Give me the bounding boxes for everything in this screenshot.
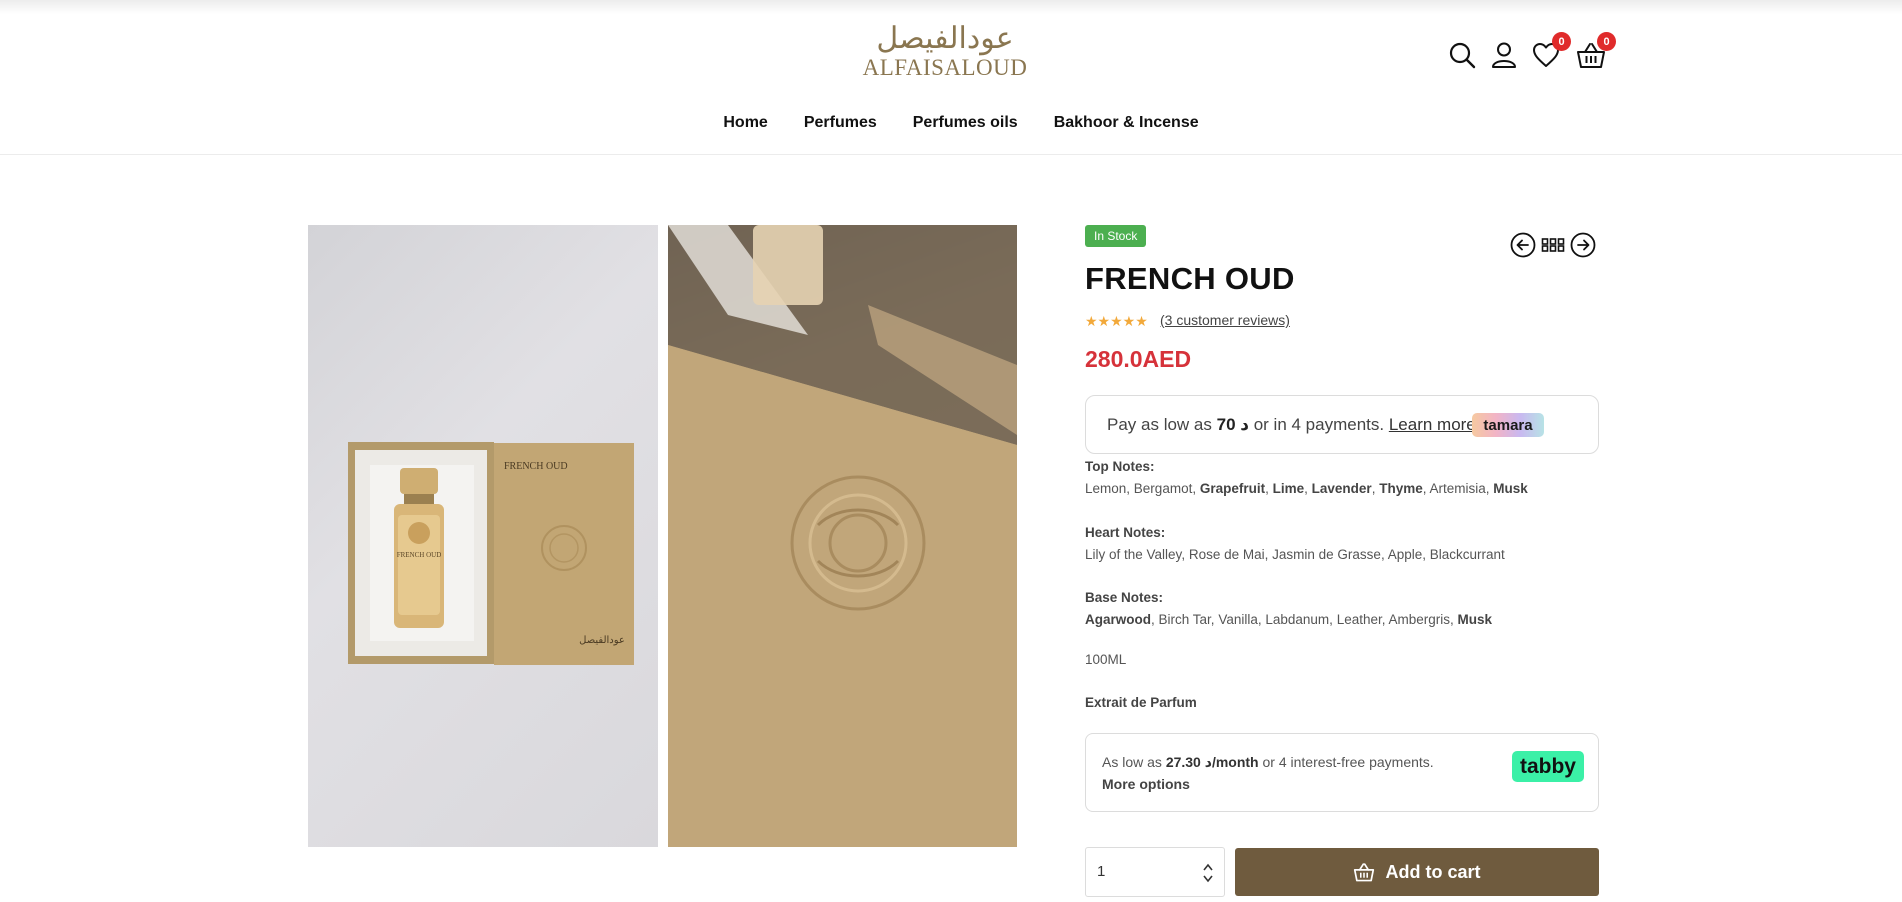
product-price: 280.0AED [1085,346,1192,372]
quantity-stepper[interactable]: 1 [1085,847,1225,897]
tamara-message: Pay as low as د 70 or in 4 payments. Lea… [1107,415,1476,435]
search-icon [1449,42,1476,69]
boxed-bottle-illustration: FRENCH OUD FRENCH OUD عودالفيصل [348,442,634,665]
heart-notes-list: Lily of the Valley, Rose de Mai, Jasmin … [1085,547,1505,562]
site-header: عودالفيصل ALFAISALOUD 0 0 Home Perfumes … [0,0,1902,155]
logo-arabic-text: عودالفيصل [876,21,1014,56]
tamara-amount: د 70 [1216,415,1249,434]
note-item: Ambergris [1388,612,1451,627]
product-image-boxed-bottle[interactable]: FRENCH OUD FRENCH OUD عودالفيصل [308,225,658,847]
note-item: Lavender [1311,481,1372,496]
add-to-cart-button[interactable]: Add to cart [1235,848,1599,896]
top-notes-heading: Top Notes: [1085,459,1155,474]
tabby-logo: tabby [1512,751,1584,782]
customer-reviews-link[interactable]: (3 customer reviews) [1160,312,1290,328]
base-notes: Base Notes: Agarwood, Birch Tar, Vanilla… [1085,587,1600,631]
quantity-input[interactable]: 1 [1097,863,1105,880]
site-logo[interactable]: عودالفيصل ALFAISALOUD [860,22,1030,82]
tamara-suffix: or in 4 payments. [1248,415,1389,434]
product-navigation [1510,232,1600,260]
note-item: Apple [1387,547,1423,562]
embossed-box-illustration [668,225,1017,847]
note-item: Artemisia [1429,481,1486,496]
tamara-prefix: Pay as low as [1107,415,1217,434]
cart-button[interactable]: 0 [1574,32,1616,72]
main-nav: Home Perfumes Perfumes oils Bakhoor & In… [0,114,1902,132]
wishlist-button[interactable]: 0 [1529,32,1571,72]
tabby-widget: As low as د 27.30/month or 4 interest-fr… [1085,733,1599,812]
note-item: Rose de Mai [1188,547,1265,562]
product-image-box-emboss[interactable] [668,225,1017,847]
rating-stars-icon: ★★★★★ [1085,313,1148,329]
note-item: Lime [1272,481,1305,496]
wishlist-count-badge: 0 [1552,32,1571,51]
note-item: Lemon [1085,481,1127,496]
nav-item-bakhoor-incense[interactable]: Bakhoor & Incense [1054,114,1199,132]
note-item: Bergamot [1133,481,1193,496]
nav-item-perfumes-oils[interactable]: Perfumes oils [913,114,1018,132]
tabby-per-month: /month [1211,754,1259,770]
svg-text:عودالفيصل: عودالفيصل [579,635,625,646]
basket-icon [1354,863,1375,882]
tamara-logo: tamara [1472,413,1544,437]
note-item: Agarwood [1085,612,1151,627]
heart-notes-heading: Heart Notes: [1085,525,1166,540]
previous-product-button[interactable] [1510,232,1536,258]
note-item: Musk [1493,481,1528,496]
tabby-message: As low as د 27.30/month or 4 interest-fr… [1102,754,1434,771]
account-button[interactable] [1487,38,1521,72]
product-concentration: Extrait de Parfum [1085,695,1197,710]
tabby-amount: د 27.30 [1165,754,1212,770]
logo-english-text: ALFAISALOUD [862,55,1028,80]
next-product-button[interactable] [1570,232,1596,258]
arrow-left-circle-icon [1510,232,1536,258]
note-item: Lily of the Valley [1085,547,1182,562]
stepper-arrows-icon[interactable] [1202,861,1214,885]
svg-text:FRENCH OUD: FRENCH OUD [397,551,442,559]
nav-item-perfumes[interactable]: Perfumes [804,114,877,132]
tamara-learn-more-link[interactable]: Learn more [1389,415,1476,434]
add-to-cart-label: Add to cart [1385,861,1481,882]
note-item: Musk [1457,612,1493,627]
nav-item-home[interactable]: Home [723,114,767,132]
note-item: Thyme [1379,481,1423,496]
user-icon [1492,42,1516,68]
arrow-right-circle-icon [1570,232,1596,258]
svg-text:FRENCH OUD: FRENCH OUD [504,461,568,472]
tabby-prefix: As low as [1102,754,1166,770]
tamara-widget: Pay as low as د 70 or in 4 payments. Lea… [1085,395,1599,454]
tabby-more-options-link[interactable]: More options [1102,776,1190,792]
product-volume: 100ML [1085,652,1127,667]
note-item: Grapefruit [1199,481,1266,496]
product-title: FRENCH OUD [1085,261,1295,296]
base-notes-heading: Base Notes: [1085,590,1164,605]
note-item: Labdanum [1265,612,1330,627]
heart-notes: Heart Notes: Lily of the Valley, Rose de… [1085,522,1600,566]
cart-count-badge: 0 [1597,32,1616,51]
note-item: Leather [1336,612,1382,627]
note-item: Vanilla [1218,612,1258,627]
base-notes-list: Agarwood, Birch Tar, Vanilla, Labdanum, … [1085,612,1493,627]
note-item: Jasmin de Grasse [1272,547,1381,562]
product-grid-button[interactable] [1540,232,1566,258]
top-notes-list: Lemon, Bergamot, Grapefruit, Lime, Laven… [1085,481,1528,496]
tabby-suffix: or 4 interest-free payments. [1258,754,1434,770]
grid-icon [1541,238,1565,252]
top-notes: Top Notes: Lemon, Bergamot, Grapefruit, … [1085,456,1600,500]
note-item: Birch Tar [1158,612,1211,627]
stock-badge: In Stock [1085,225,1147,247]
search-button[interactable] [1445,38,1479,72]
note-item: Blackcurrant [1429,547,1505,562]
